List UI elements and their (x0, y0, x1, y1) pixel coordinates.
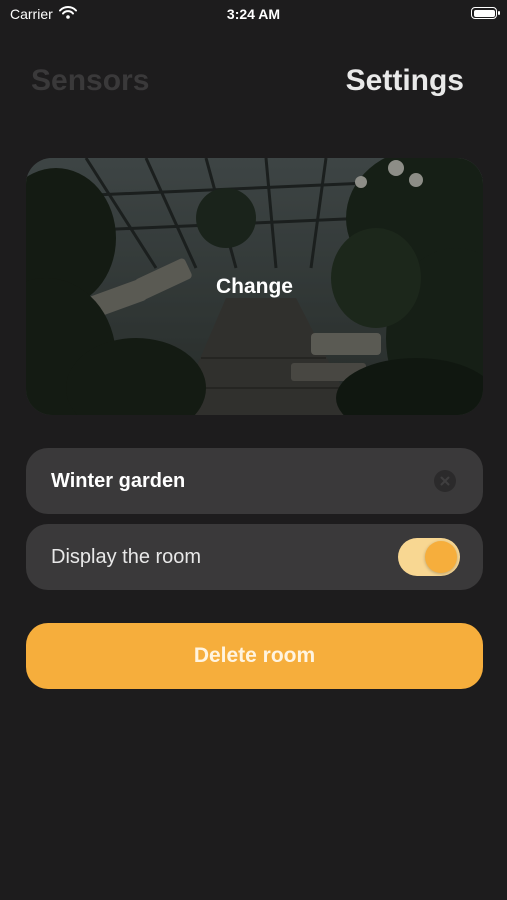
room-name-field[interactable]: Winter garden (26, 448, 483, 514)
tab-sensors[interactable]: Sensors (31, 64, 149, 98)
clock: 3:24 AM (226, 6, 281, 22)
change-photo-label: Change (215, 274, 293, 298)
tab-settings[interactable]: Settings (346, 64, 464, 98)
room-photo[interactable]: Change (26, 158, 483, 415)
clear-icon[interactable] (434, 470, 456, 492)
display-room-label: Display the room (51, 546, 202, 568)
display-room-row: Display the room (26, 524, 483, 590)
delete-room-button[interactable]: Delete room (26, 623, 483, 689)
toggle-knob (425, 541, 457, 573)
battery-icon (471, 7, 500, 19)
status-bar: Carrier 3:24 AM (0, 0, 507, 30)
room-name-value[interactable]: Winter garden (51, 448, 185, 514)
display-room-toggle[interactable] (398, 538, 460, 576)
